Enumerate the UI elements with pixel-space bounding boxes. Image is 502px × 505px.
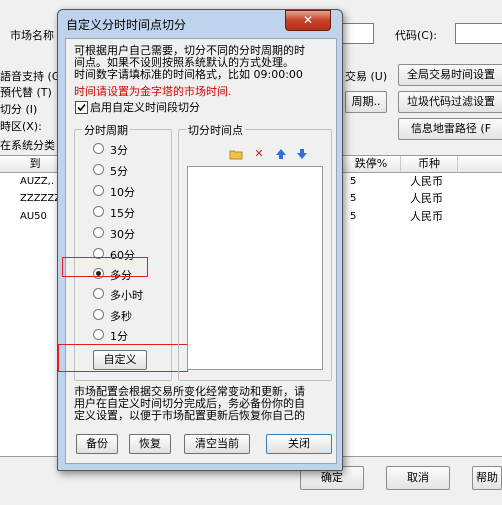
- delete-icon[interactable]: ✕: [252, 147, 266, 161]
- table-cell-pct: 5: [350, 211, 357, 222]
- dialog-client-area: 可根据用户自己需要，切分不同的分时周期的时 间点。如果不设则按照系统默认的方式处…: [58, 38, 337, 464]
- period-group-title: 分时周期: [82, 122, 130, 138]
- enable-checkbox[interactable]: [75, 101, 88, 114]
- cancel-button[interactable]: 取消: [386, 466, 450, 490]
- market-name-label: 市场名称: [10, 29, 54, 42]
- arrow-down-icon[interactable]: [295, 147, 309, 161]
- custom-split-dialog: 自定义分时时间点切分 ✕ 可根据用户自己需要，切分不同的分时周期的时 间点。如果…: [57, 9, 343, 471]
- radio-label: 5分: [110, 165, 128, 178]
- code-label: 代码(C):: [395, 29, 437, 42]
- table-cell-pct: 5: [350, 176, 357, 187]
- radio-label: 10分: [110, 186, 135, 199]
- footer-line-1: 市场配置会根据交易所变化经常变动和更新，请: [74, 385, 305, 398]
- column-header-currency[interactable]: 币种: [401, 156, 458, 173]
- highlight-customize: [58, 344, 188, 372]
- radio-multi-hour[interactable]: [93, 288, 104, 299]
- radio-multi-sec[interactable]: [93, 309, 104, 320]
- folder-icon[interactable]: [229, 147, 243, 161]
- dialog-title: 自定义分时时间点切分: [66, 18, 187, 32]
- info-mine-path-button[interactable]: 信息地雷路径 (F: [398, 118, 502, 140]
- radio-10min[interactable]: [93, 185, 104, 196]
- radio-5min[interactable]: [93, 164, 104, 175]
- replace-label: 預代替 (T): [0, 86, 52, 99]
- system-category-label: 在系统分类: [0, 139, 55, 152]
- table-cell-currency: 人民币: [410, 192, 443, 205]
- timezone-label: 時区(X):: [0, 120, 42, 133]
- radio-label: 多小时: [110, 289, 143, 302]
- table-cell-currency: 人民币: [410, 175, 443, 188]
- footer-line-2: 用户在自定义时间切分完成后，务必备份你的自: [74, 397, 305, 410]
- voice-support-label: 語音支持 (G: [0, 70, 61, 83]
- radio-label: 15分: [110, 207, 135, 220]
- trade-label: 交易 (U): [345, 70, 388, 83]
- code-field[interactable]: [455, 23, 502, 44]
- global-trade-time-button[interactable]: 全局交易时间设置: [398, 64, 502, 86]
- footer-line-3: 定义设置，以便于市场配置更新后恢复你自己的: [74, 409, 305, 422]
- radio-label: 3分: [110, 144, 128, 157]
- highlight-multi-min: [62, 257, 148, 277]
- close-button[interactable]: 关闭: [266, 434, 332, 454]
- help-button[interactable]: 帮助: [472, 466, 502, 490]
- close-icon[interactable]: ✕: [285, 10, 331, 31]
- warning-text: 时间请设置为金字塔的市场时间.: [74, 85, 232, 98]
- arrow-up-icon[interactable]: [274, 147, 288, 161]
- radio-1min[interactable]: [93, 329, 104, 340]
- junk-code-filter-button[interactable]: 垃圾代码过滤设置: [398, 91, 502, 113]
- radio-3min[interactable]: [93, 143, 104, 154]
- period-button[interactable]: 周期..: [345, 91, 387, 113]
- clear-current-button[interactable]: 清空当前: [184, 434, 250, 454]
- market-name-field[interactable]: [342, 23, 374, 44]
- check-icon: [77, 103, 86, 112]
- column-header-limit-pct[interactable]: 跌停%: [342, 156, 401, 173]
- table-cell-to: ZZZZZZ: [20, 193, 62, 204]
- table-cell-pct: 5: [350, 193, 357, 204]
- radio-15min[interactable]: [93, 206, 104, 217]
- intro-line-2: 间点。如果不设则按照系统默认的方式处理。: [74, 56, 294, 69]
- intro-line-1: 可根据用户自己需要，切分不同的分时周期的时: [74, 44, 305, 57]
- cut-points-list[interactable]: [187, 166, 323, 370]
- intro-line-3: 时间数字请填标准的时间格式，比如 09:00:00: [74, 68, 303, 81]
- split-label: 切分 (I): [0, 103, 38, 116]
- radio-label: 30分: [110, 228, 135, 241]
- enable-checkbox-label: 启用自定义时间段切分: [90, 101, 200, 114]
- radio-30min[interactable]: [93, 227, 104, 238]
- radio-label: 多秒: [110, 310, 132, 323]
- table-cell-currency: 人民币: [410, 210, 443, 223]
- backup-button[interactable]: 备份: [76, 434, 118, 454]
- restore-button[interactable]: 恢复: [129, 434, 171, 454]
- table-cell-to: AUZZ,.: [20, 176, 55, 187]
- table-cell-to: AU50: [20, 211, 47, 222]
- cut-points-group-title: 切分时间点: [186, 122, 245, 138]
- column-header-extra: [458, 156, 502, 173]
- radio-label: 1分: [110, 330, 128, 343]
